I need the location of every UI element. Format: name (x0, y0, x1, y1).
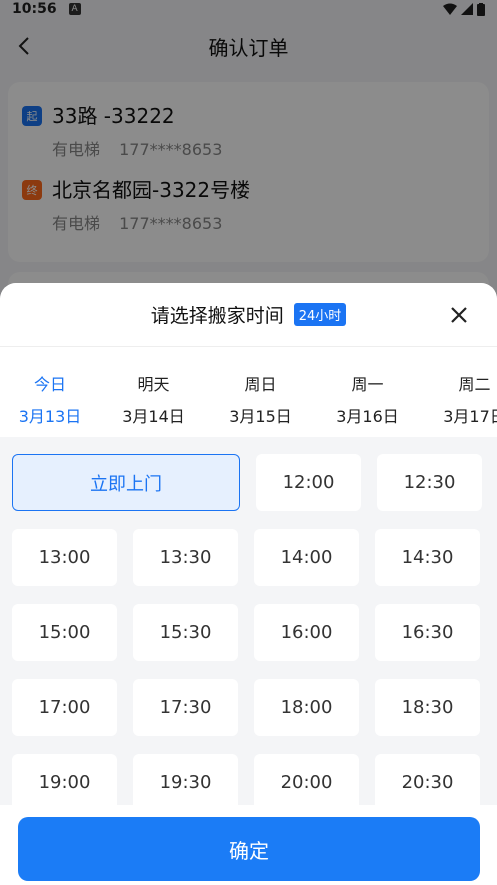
time-slot[interactable]: 18:00 (254, 679, 359, 736)
tab-date: 3月14日 (122, 407, 185, 426)
time-slot[interactable]: 15:30 (133, 604, 238, 661)
close-icon[interactable] (445, 301, 473, 329)
sheet-footer: 确定 (0, 805, 497, 885)
time-slot[interactable]: 15:00 (12, 604, 117, 661)
tab-day: 明天 (137, 375, 170, 394)
tab-date: 3月17日 (443, 407, 497, 426)
tab-date-2[interactable]: 周日 3月15日 (207, 371, 314, 437)
tab-day: 周一 (351, 375, 384, 394)
tab-date: 3月16日 (336, 407, 399, 426)
time-slot[interactable]: 16:30 (375, 604, 480, 661)
immediate-button[interactable]: 立即上门 (12, 454, 240, 511)
date-tabs: 今日 3月13日 明天 3月14日 周日 3月15日 周一 3月16日 周二 3… (0, 347, 497, 437)
tab-day: 周日 (244, 375, 277, 394)
time-picker-sheet: 请选择搬家时间 24小时 今日 3月13日 明天 3月14日 周日 3月15日 … (0, 283, 497, 885)
time-slot[interactable]: 12:00 (256, 454, 361, 511)
tab-date: 3月13日 (18, 407, 82, 426)
hours-badge: 24小时 (293, 303, 347, 326)
time-slot-grid: 立即上门 12:00 12:30 13:00 13:30 14:00 14:30… (0, 453, 497, 805)
time-slot[interactable]: 20:00 (254, 754, 359, 805)
time-slot[interactable]: 19:30 (133, 754, 238, 805)
time-slot[interactable]: 13:30 (133, 529, 238, 586)
sheet-title: 请选择搬家时间 (150, 305, 284, 327)
time-slot[interactable]: 20:30 (375, 754, 480, 805)
confirm-button[interactable]: 确定 (18, 817, 480, 881)
time-slot[interactable]: 13:00 (12, 529, 117, 586)
tab-date-0[interactable]: 今日 3月13日 (0, 371, 100, 437)
time-slot[interactable]: 12:30 (377, 454, 482, 511)
tab-day: 今日 (33, 375, 66, 394)
time-slot[interactable]: 17:00 (12, 679, 117, 736)
time-slot[interactable]: 14:30 (375, 529, 480, 586)
tab-date-3[interactable]: 周一 3月16日 (314, 371, 421, 437)
tab-date-1[interactable]: 明天 3月14日 (100, 371, 207, 437)
tab-date: 3月15日 (229, 407, 292, 426)
tab-date-4[interactable]: 周二 3月17日 (421, 371, 497, 437)
sheet-header: 请选择搬家时间 24小时 (0, 283, 497, 347)
tab-day: 周二 (458, 375, 491, 394)
time-slot[interactable]: 14:00 (254, 529, 359, 586)
time-slot[interactable]: 19:00 (12, 754, 117, 805)
time-slot[interactable]: 18:30 (375, 679, 480, 736)
time-slot[interactable]: 17:30 (133, 679, 238, 736)
time-slot[interactable]: 16:00 (254, 604, 359, 661)
